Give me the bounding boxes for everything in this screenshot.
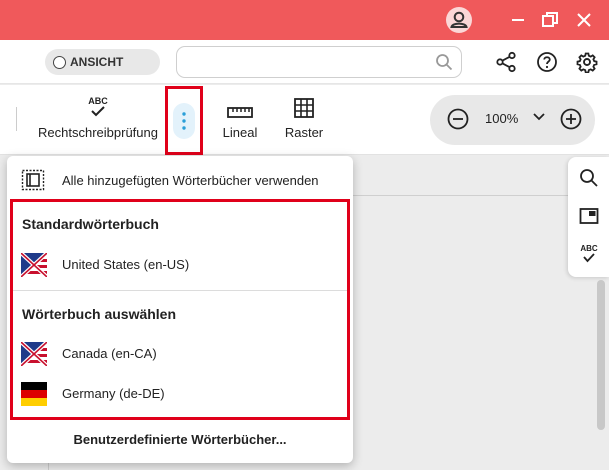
- dictionary-label: United States (en-US): [62, 257, 190, 272]
- dictionary-item-de-de[interactable]: Germany (de-DE): [21, 382, 341, 406]
- spellcheck-icon: ABC: [580, 244, 598, 263]
- spellcheck-label: Rechtschreibprüfung: [38, 125, 158, 140]
- restore-icon: [542, 12, 558, 27]
- search-icon: [580, 169, 598, 187]
- default-dictionary-heading: Standardwörterbuch: [22, 216, 159, 232]
- ruler-button[interactable]: Lineal: [218, 93, 262, 140]
- share-icon: [496, 51, 516, 73]
- use-all-dictionaries-item[interactable]: Alle hinzugefügten Wörterbücher verwende…: [7, 161, 353, 199]
- side-spellcheck-button[interactable]: ABC: [578, 243, 600, 265]
- close-button[interactable]: [568, 4, 600, 36]
- grid-icon: [294, 98, 314, 118]
- vertical-scrollbar[interactable]: [597, 280, 605, 430]
- restore-button[interactable]: [534, 4, 566, 36]
- dictionary-label: Canada (en-CA): [62, 346, 157, 361]
- zoom-in-icon[interactable]: [559, 107, 583, 131]
- user-account-button[interactable]: [443, 4, 475, 36]
- user-icon: [446, 7, 472, 33]
- zoom-value[interactable]: 100%: [485, 111, 518, 126]
- custom-dictionaries-button[interactable]: Benutzerdefinierte Wörterbücher...: [7, 432, 353, 447]
- picture-in-picture-icon: [579, 208, 599, 224]
- settings-icon: [576, 52, 598, 73]
- view-toggle[interactable]: ANSICHT: [45, 49, 160, 75]
- minimize-button[interactable]: [502, 4, 534, 36]
- search-icon[interactable]: [435, 53, 453, 71]
- close-icon: [577, 13, 591, 27]
- dictionaries-icon: [21, 169, 45, 191]
- de-flag-icon: [21, 382, 47, 406]
- help-button[interactable]: [535, 50, 559, 74]
- grid-button[interactable]: Raster: [280, 93, 328, 140]
- share-button[interactable]: [494, 50, 518, 74]
- search-input[interactable]: [187, 53, 427, 73]
- toolbar: ABC Rechtschreibprüfung Lineal Raster 10…: [0, 85, 609, 155]
- side-search-button[interactable]: [578, 167, 600, 189]
- chevron-down-icon[interactable]: [533, 113, 545, 121]
- title-bar: [0, 0, 609, 40]
- search-box[interactable]: [176, 46, 462, 78]
- zoom-control: 100%: [430, 95, 595, 145]
- ruler-icon: [227, 107, 253, 118]
- spellcheck-icon: ABC: [88, 96, 108, 117]
- grid-label: Raster: [284, 125, 324, 140]
- spellcheck-button[interactable]: ABC Rechtschreibprüfung: [36, 93, 160, 140]
- toolbar-divider: [16, 107, 17, 131]
- use-all-dictionaries-label: Alle hinzugefügten Wörterbücher verwende…: [62, 173, 319, 188]
- dictionary-item-en-ca[interactable]: Canada (en-CA): [21, 342, 341, 366]
- side-panel: ABC: [568, 157, 609, 277]
- dictionary-item-en-us[interactable]: United States (en-US): [21, 253, 341, 277]
- header-bar: ANSICHT: [0, 40, 609, 84]
- help-icon: [537, 52, 557, 72]
- svg-text:ABC: ABC: [580, 244, 598, 253]
- side-picture-in-picture-button[interactable]: [578, 205, 600, 227]
- settings-button[interactable]: [575, 50, 599, 74]
- radio-icon: [53, 55, 66, 69]
- dictionary-menu: Alle hinzugefügten Wörterbücher verwende…: [7, 156, 353, 463]
- dictionary-label: Germany (de-DE): [62, 386, 165, 401]
- minimize-icon: [512, 19, 524, 21]
- menu-divider: [13, 290, 347, 291]
- choose-dictionary-heading: Wörterbuch auswählen: [22, 306, 177, 322]
- us-flag-icon: [21, 253, 47, 277]
- zoom-out-icon[interactable]: [446, 107, 470, 131]
- us-flag-icon: [21, 342, 47, 366]
- more-vertical-icon: [182, 111, 186, 130]
- ruler-label: Lineal: [222, 125, 258, 140]
- more-options-button[interactable]: [165, 86, 203, 155]
- view-toggle-label: ANSICHT: [70, 55, 124, 69]
- svg-text:ABC: ABC: [88, 96, 108, 106]
